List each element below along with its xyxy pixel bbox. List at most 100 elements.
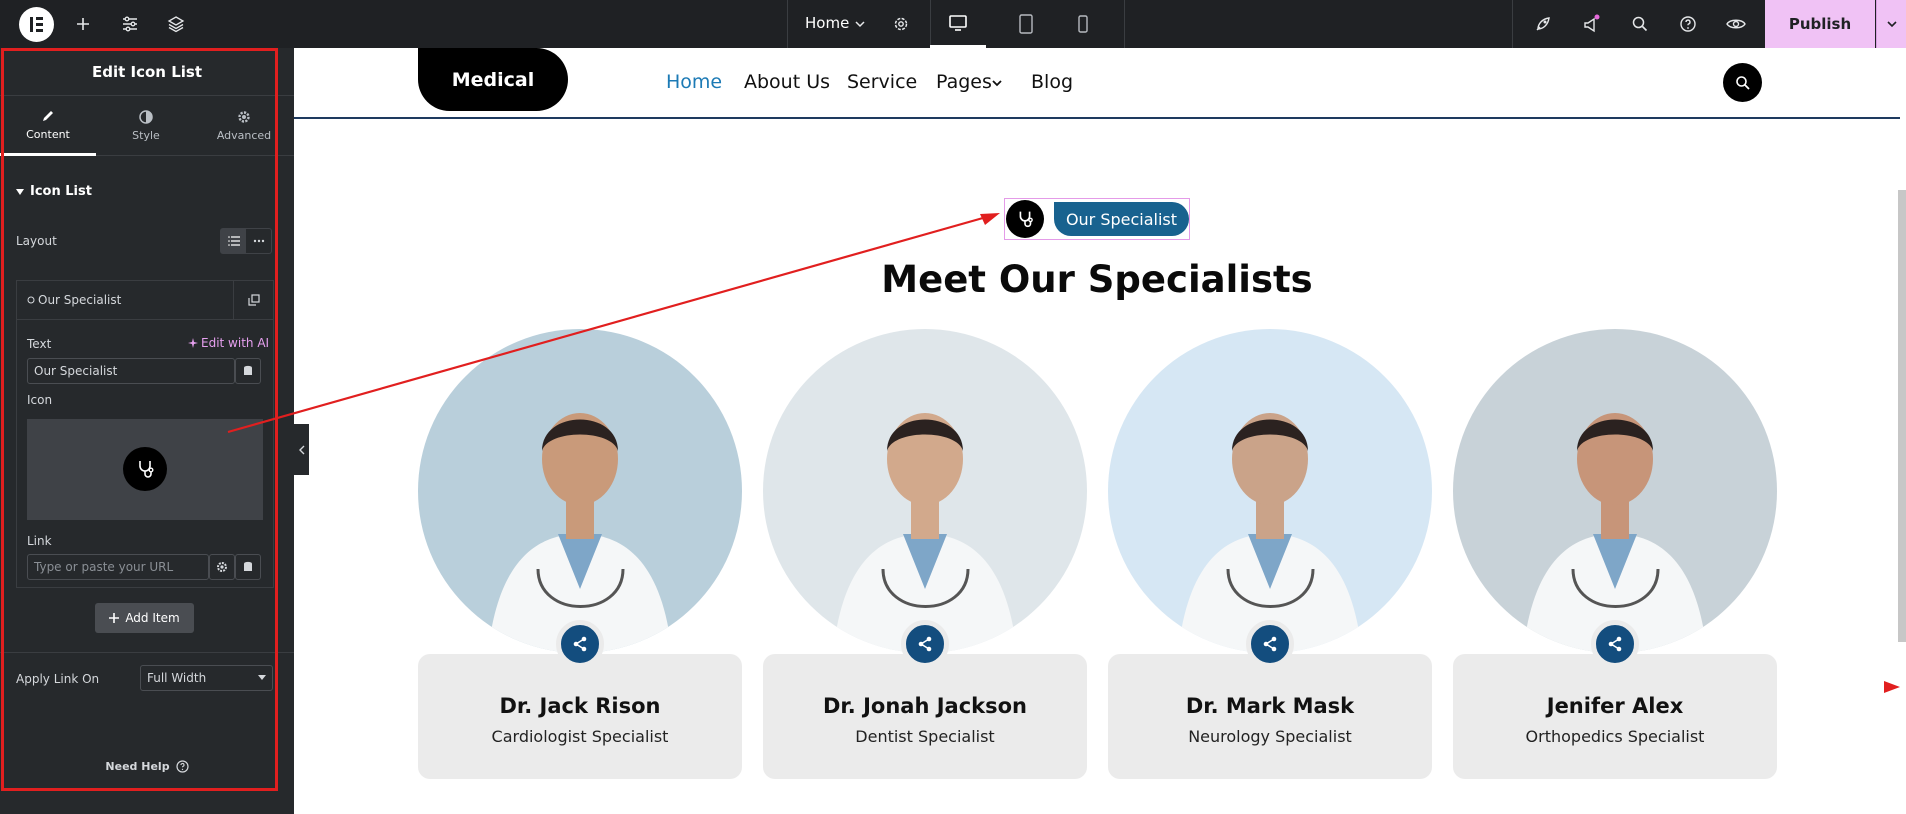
apply-link-select[interactable]: Full Width bbox=[140, 665, 273, 691]
nav-pages[interactable]: Pages bbox=[936, 71, 992, 93]
plus-icon bbox=[109, 613, 120, 623]
text-label: Text bbox=[27, 337, 52, 351]
doctor-name: Dr. Jonah Jackson bbox=[823, 694, 1027, 718]
link-label: Link bbox=[27, 534, 52, 548]
doctor-photo bbox=[1108, 329, 1432, 653]
editor-panel: Edit Icon List Content Style Advanced Ic… bbox=[0, 48, 294, 814]
inline-layout-icon[interactable] bbox=[246, 229, 271, 253]
site-logo[interactable]: Medical bbox=[418, 48, 568, 111]
pencil-icon bbox=[43, 110, 53, 121]
select-caret-icon bbox=[258, 675, 266, 680]
link-options-gear-icon[interactable] bbox=[209, 554, 235, 580]
device-switcher bbox=[930, 0, 1124, 48]
link-dynamic-tags-icon[interactable] bbox=[235, 554, 261, 580]
doctor-name: Jenifer Alex bbox=[1546, 694, 1684, 718]
page-settings-gear-icon[interactable] bbox=[889, 12, 913, 36]
stethoscope-icon bbox=[1006, 200, 1044, 238]
doctor-role: Orthopedics Specialist bbox=[1525, 727, 1705, 746]
sparkle-icon bbox=[188, 338, 198, 348]
tab-content-label: Content bbox=[26, 127, 70, 141]
publish-button[interactable]: Publish bbox=[1765, 0, 1875, 48]
icon-picker[interactable] bbox=[27, 419, 263, 520]
doctor-photo bbox=[418, 329, 742, 653]
add-item-button[interactable]: Add Item bbox=[95, 603, 194, 633]
editor-topbar: Home Publish bbox=[0, 0, 1906, 48]
collapse-panel-chevron-icon[interactable] bbox=[294, 424, 309, 475]
topbar-separator bbox=[787, 0, 788, 48]
site-search-icon[interactable] bbox=[1723, 63, 1762, 102]
page-name[interactable]: Home bbox=[805, 14, 849, 32]
edit-with-ai-label: Edit with AI bbox=[201, 336, 270, 350]
gear-icon bbox=[238, 111, 250, 123]
mobile-view-icon[interactable] bbox=[1055, 0, 1111, 48]
dynamic-tags-icon[interactable] bbox=[235, 358, 261, 384]
tablet-view-icon[interactable] bbox=[998, 0, 1054, 48]
panel-divider bbox=[0, 652, 294, 653]
canvas-scrollbar[interactable] bbox=[1898, 190, 1906, 642]
share-icon[interactable] bbox=[556, 620, 604, 668]
search-icon[interactable] bbox=[1628, 12, 1652, 36]
doctor-name: Dr. Mark Mask bbox=[1185, 694, 1355, 718]
site-settings-icon[interactable] bbox=[118, 12, 142, 36]
share-icon[interactable] bbox=[1246, 620, 1294, 668]
our-specialist-badge[interactable]: Our Specialist bbox=[1054, 202, 1189, 236]
need-help-link[interactable]: Need Help bbox=[0, 760, 294, 773]
share-icon[interactable] bbox=[901, 620, 949, 668]
need-help-label: Need Help bbox=[105, 760, 170, 773]
doctor-role: Cardiologist Specialist bbox=[491, 727, 669, 746]
tab-advanced-label: Advanced bbox=[216, 129, 272, 142]
icon-label: Icon bbox=[27, 393, 53, 407]
notifications-megaphone-icon[interactable] bbox=[1580, 12, 1604, 36]
repeater-item-header[interactable]: Our Specialist bbox=[16, 280, 274, 320]
panel-tabs: Content Style Advanced bbox=[0, 96, 294, 156]
nav-service[interactable]: Service bbox=[847, 71, 917, 93]
tab-content[interactable]: Content bbox=[0, 96, 96, 156]
add-element-icon[interactable] bbox=[71, 12, 95, 36]
repeater-item-title: Our Specialist bbox=[17, 293, 233, 307]
panel-title: Edit Icon List bbox=[0, 48, 294, 96]
nav-home[interactable]: Home bbox=[666, 71, 722, 93]
publish-options-chevron-icon[interactable] bbox=[1876, 0, 1906, 48]
desktop-view-icon[interactable] bbox=[930, 0, 986, 48]
annotation-arrow-head bbox=[980, 213, 1000, 225]
section-heading: Meet Our Specialists bbox=[881, 258, 1313, 301]
doctor-role: Dentist Specialist bbox=[855, 727, 995, 746]
layout-toggle bbox=[220, 228, 272, 254]
link-url-input[interactable]: Type or paste your URL bbox=[27, 554, 209, 580]
tab-style[interactable]: Style bbox=[98, 96, 194, 156]
preview-eye-icon[interactable] bbox=[1724, 12, 1748, 36]
elementor-logo-icon[interactable] bbox=[19, 7, 54, 42]
add-item-label: Add Item bbox=[125, 611, 180, 625]
help-circle-icon bbox=[175, 760, 189, 773]
pages-chevron-down-icon[interactable] bbox=[992, 79, 1002, 87]
repeater-item-label: Our Specialist bbox=[38, 293, 122, 307]
list-layout-icon[interactable] bbox=[221, 229, 246, 253]
chevron-down-icon[interactable] bbox=[848, 12, 872, 36]
tab-advanced[interactable]: Advanced bbox=[196, 96, 292, 156]
duplicate-icon[interactable] bbox=[233, 280, 273, 320]
structure-layers-icon[interactable] bbox=[164, 12, 188, 36]
doctor-role: Neurology Specialist bbox=[1188, 727, 1352, 746]
doctor-photo bbox=[763, 329, 1087, 653]
annotation-side-arrow bbox=[1884, 681, 1900, 693]
stethoscope-icon bbox=[27, 296, 35, 304]
section-title: Icon List bbox=[30, 184, 92, 199]
section-toggle-icon-list[interactable]: Icon List bbox=[16, 184, 92, 199]
tab-style-label: Style bbox=[132, 129, 160, 142]
contrast-icon bbox=[139, 110, 153, 124]
text-input[interactable]: Our Specialist bbox=[27, 358, 235, 384]
topbar-separator bbox=[1512, 0, 1513, 48]
layout-label: Layout bbox=[16, 234, 57, 248]
caret-down-icon bbox=[16, 188, 24, 195]
help-icon[interactable] bbox=[1676, 12, 1700, 36]
nav-about-us[interactable]: About Us bbox=[744, 71, 830, 93]
apply-link-label: Apply Link On bbox=[16, 672, 100, 686]
doctor-photo bbox=[1453, 329, 1777, 653]
doctor-name: Dr. Jack Rison bbox=[499, 694, 661, 718]
edit-with-ai-link[interactable]: Edit with AI bbox=[188, 336, 269, 350]
share-icon[interactable] bbox=[1591, 620, 1639, 668]
apply-link-value: Full Width bbox=[147, 671, 207, 685]
rocket-icon[interactable] bbox=[1531, 12, 1555, 36]
nav-blog[interactable]: Blog bbox=[1031, 71, 1073, 93]
stethoscope-icon bbox=[123, 447, 167, 491]
